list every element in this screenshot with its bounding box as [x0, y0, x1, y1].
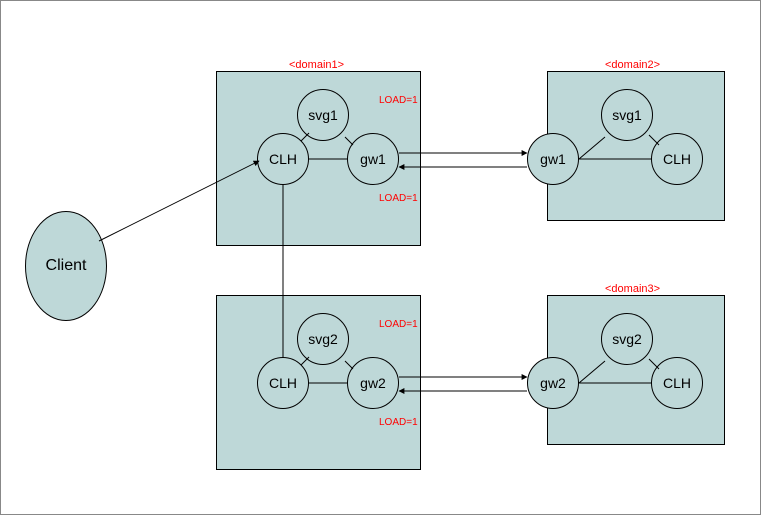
d1b-svg-label: svg2	[308, 331, 338, 347]
d2-clh-label: CLH	[663, 151, 691, 167]
d3-svg-label: svg2	[612, 331, 642, 347]
domain1b-load-bottom: LOAD=1	[379, 417, 418, 428]
d1-clh-label: CLH	[269, 151, 297, 167]
domain1-load-top: LOAD=1	[379, 95, 418, 106]
domain2-label: <domain2>	[605, 59, 660, 71]
d1b-clh-node: CLH	[257, 357, 309, 409]
d1-svg-node: svg1	[297, 89, 349, 141]
diagram-canvas: <domain1> <domain2> <domain3> LOAD=1 LOA…	[0, 0, 761, 515]
d3-gw-label: gw2	[540, 375, 566, 391]
d1-gw-label: gw1	[360, 151, 386, 167]
d3-clh-node: CLH	[651, 357, 703, 409]
d1-svg-label: svg1	[308, 107, 338, 123]
d2-clh-node: CLH	[651, 133, 703, 185]
d2-gw-label: gw1	[540, 151, 566, 167]
client-node: Client	[25, 211, 107, 321]
d1b-clh-label: CLH	[269, 375, 297, 391]
domain3-label: <domain3>	[605, 283, 660, 295]
client-label: Client	[46, 257, 87, 275]
d2-svg-label: svg1	[612, 107, 642, 123]
domain1-label: <domain1>	[289, 59, 344, 71]
d1b-svg-node: svg2	[297, 313, 349, 365]
d3-gw-node: gw2	[527, 357, 579, 409]
d3-svg-node: svg2	[601, 313, 653, 365]
d2-gw-node: gw1	[527, 133, 579, 185]
d1b-gw-label: gw2	[360, 375, 386, 391]
d3-clh-label: CLH	[663, 375, 691, 391]
d2-svg-node: svg1	[601, 89, 653, 141]
d1-clh-node: CLH	[257, 133, 309, 185]
d1b-gw-node: gw2	[347, 357, 399, 409]
domain1b-load-top: LOAD=1	[379, 319, 418, 330]
domain1-load-bottom: LOAD=1	[379, 193, 418, 204]
d1-gw-node: gw1	[347, 133, 399, 185]
